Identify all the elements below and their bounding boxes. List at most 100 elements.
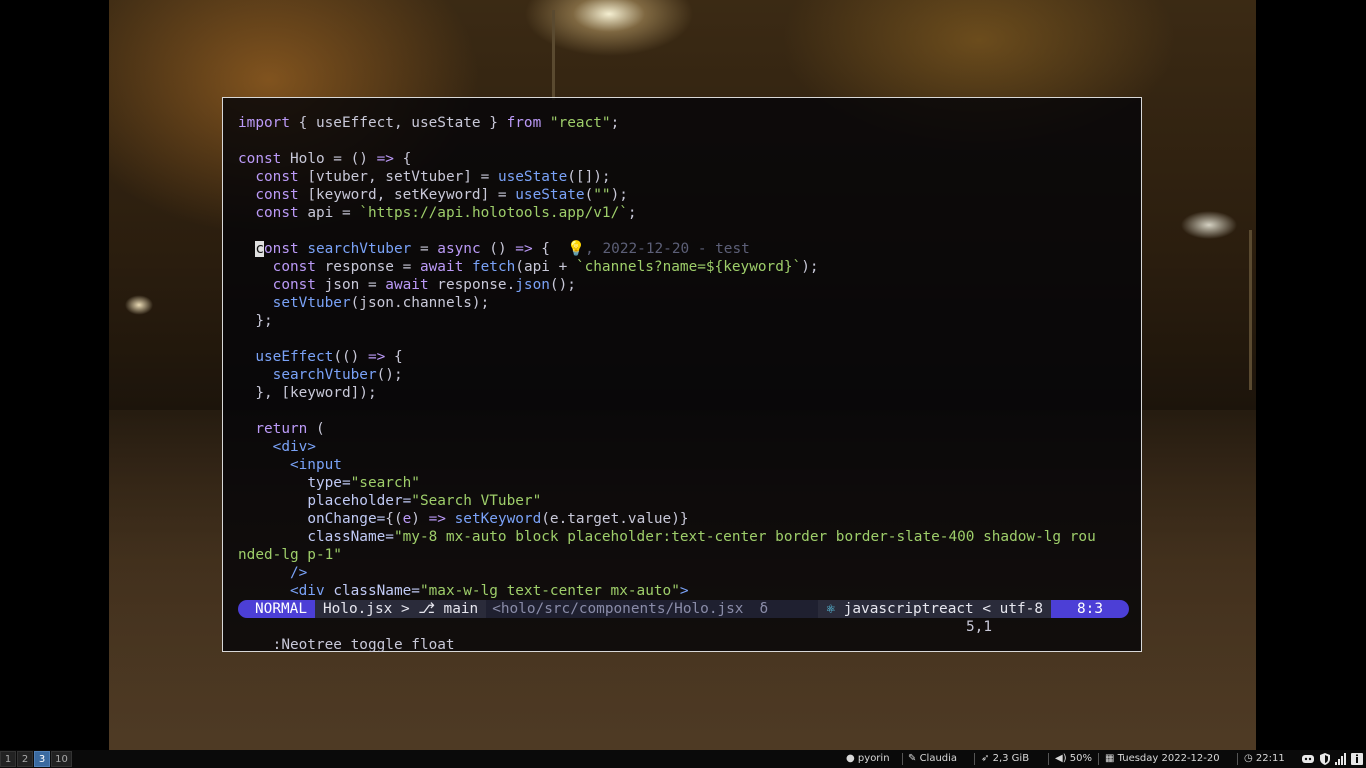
code-token: => bbox=[515, 241, 533, 257]
host-widget: ✎ Claudia bbox=[908, 750, 957, 768]
code-line[interactable]: nded-lg p-1" bbox=[238, 546, 1096, 564]
code-line[interactable]: import { useEffect, useState } from "rea… bbox=[238, 114, 1096, 132]
code-token: await bbox=[385, 277, 429, 293]
code-line[interactable]: useEffect(() => { bbox=[238, 348, 1096, 366]
clock-widget: ◷ 22:11 bbox=[1244, 750, 1285, 768]
code-line[interactable]: const [vtuber, setVtuber] = useState([])… bbox=[238, 168, 1096, 186]
code-token: "search" bbox=[350, 475, 420, 491]
code-line[interactable]: return ( bbox=[238, 420, 1096, 438]
code-token: api = bbox=[298, 205, 360, 221]
workspace-2[interactable]: 2 bbox=[17, 751, 33, 767]
code-token: const bbox=[238, 151, 282, 167]
code-token: ([]); bbox=[567, 169, 611, 185]
code-line[interactable] bbox=[238, 222, 1096, 240]
text-cursor: c bbox=[255, 241, 264, 257]
code-token: const bbox=[255, 205, 299, 221]
code-line[interactable]: const api = `https://api.holotools.app/v… bbox=[238, 204, 1096, 222]
volume-widget[interactable]: ◀) 50% bbox=[1055, 750, 1092, 768]
code-line[interactable]: const searchVtuber = async () => { 💡, 20… bbox=[238, 240, 1096, 258]
code-token: setVtuber bbox=[272, 295, 351, 311]
code-line[interactable]: const Holo = () => { bbox=[238, 150, 1096, 168]
code-line[interactable]: type="search" bbox=[238, 474, 1096, 492]
code-token: /> bbox=[289, 565, 308, 581]
discord-icon[interactable] bbox=[1301, 752, 1315, 766]
code-line[interactable]: const response = await fetch(api + `chan… bbox=[238, 258, 1096, 276]
code-buffer[interactable]: import { useEffect, useState } from "rea… bbox=[238, 114, 1096, 600]
code-line[interactable]: /> bbox=[238, 564, 1096, 582]
code-token: useEffect bbox=[255, 349, 334, 365]
code-line[interactable]: placeholder="Search VTuber" bbox=[238, 492, 1096, 510]
calendar-icon: ▦ bbox=[1105, 753, 1115, 764]
wrench-icon: ✎ bbox=[908, 753, 917, 764]
code-line[interactable]: const [keyword, setKeyword] = useState("… bbox=[238, 186, 1096, 204]
code-line[interactable]: }; bbox=[238, 312, 1096, 330]
code-line[interactable]: onChange={(e) => setKeyword(e.target.val… bbox=[238, 510, 1096, 528]
code-line[interactable]: setVtuber(json.channels); bbox=[238, 294, 1096, 312]
code-token: "my-8 mx-auto block placeholder:text-cen… bbox=[393, 529, 1096, 545]
code-line[interactable]: searchVtuber(); bbox=[238, 366, 1096, 384]
file-name: Holo.jsx > bbox=[322, 601, 419, 617]
user-widget: ● pyorin bbox=[846, 750, 890, 768]
workspace-10[interactable]: 10 bbox=[51, 751, 72, 767]
code-token: "" bbox=[593, 187, 611, 203]
code-token: ; bbox=[627, 205, 637, 221]
command-text: :Neotree toggle float bbox=[272, 637, 455, 653]
memory-widget: ➶ 2,3 GiB bbox=[981, 750, 1029, 768]
status-line: NORMAL Holo.jsx > ⎇ main <holo/src/compo… bbox=[238, 600, 1129, 618]
mode-indicator: NORMAL bbox=[238, 600, 315, 618]
neovim-window[interactable]: import { useEffect, useState } from "rea… bbox=[222, 97, 1142, 653]
workspace-3[interactable]: 3 bbox=[34, 751, 50, 767]
shield-icon[interactable] bbox=[1318, 752, 1332, 766]
separator bbox=[902, 753, 903, 765]
code-token: ); bbox=[801, 259, 819, 275]
code-token: <div bbox=[289, 583, 325, 599]
command-line[interactable]: :Neotree toggle float 5,1 bbox=[238, 618, 1129, 653]
code-token: type= bbox=[307, 475, 351, 491]
code-line[interactable] bbox=[238, 402, 1096, 420]
code-line[interactable]: const json = await response.json(); bbox=[238, 276, 1096, 294]
code-token: className= bbox=[307, 529, 394, 545]
info-icon[interactable] bbox=[1350, 752, 1364, 766]
diff-indicator: δ bbox=[749, 600, 779, 618]
code-line[interactable]: <input bbox=[238, 456, 1096, 474]
code-token: useState bbox=[497, 169, 568, 185]
code-token: <div> bbox=[272, 439, 316, 455]
separator bbox=[1048, 753, 1049, 765]
separator bbox=[1237, 753, 1238, 765]
code-token: { useEffect, useState } bbox=[289, 115, 507, 131]
code-line[interactable]: }, [keyword]); bbox=[238, 384, 1096, 402]
signal-icon[interactable] bbox=[1334, 752, 1348, 766]
code-token: [keyword, setKeyword] = bbox=[298, 187, 516, 203]
code-token: ( bbox=[307, 421, 325, 437]
code-token: (json.channels); bbox=[350, 295, 490, 311]
code-line[interactable]: className="my-8 mx-auto block placeholde… bbox=[238, 528, 1096, 546]
code-token: => bbox=[367, 349, 386, 365]
code-line[interactable] bbox=[238, 132, 1096, 150]
code-token: { bbox=[393, 151, 412, 167]
code-token: Holo = () bbox=[281, 151, 377, 167]
code-token: }, [keyword]); bbox=[238, 385, 377, 401]
code-token: ) bbox=[411, 511, 429, 527]
code-token: () bbox=[480, 241, 516, 257]
code-line[interactable]: <div className="max-w-lg text-center mx-… bbox=[238, 582, 1096, 600]
code-token: "Search VTuber" bbox=[411, 493, 542, 509]
code-token: const bbox=[255, 187, 299, 203]
date-widget[interactable]: ▦ Tuesday 2022-12-20 bbox=[1105, 750, 1220, 768]
code-token: {( bbox=[385, 511, 403, 527]
code-token: (); bbox=[376, 367, 403, 383]
status-spacer bbox=[778, 600, 819, 618]
code-line[interactable]: <div> bbox=[238, 438, 1096, 456]
code-line[interactable] bbox=[238, 330, 1096, 348]
workspace-1[interactable]: 1 bbox=[0, 751, 16, 767]
code-token: setKeyword bbox=[454, 511, 542, 527]
